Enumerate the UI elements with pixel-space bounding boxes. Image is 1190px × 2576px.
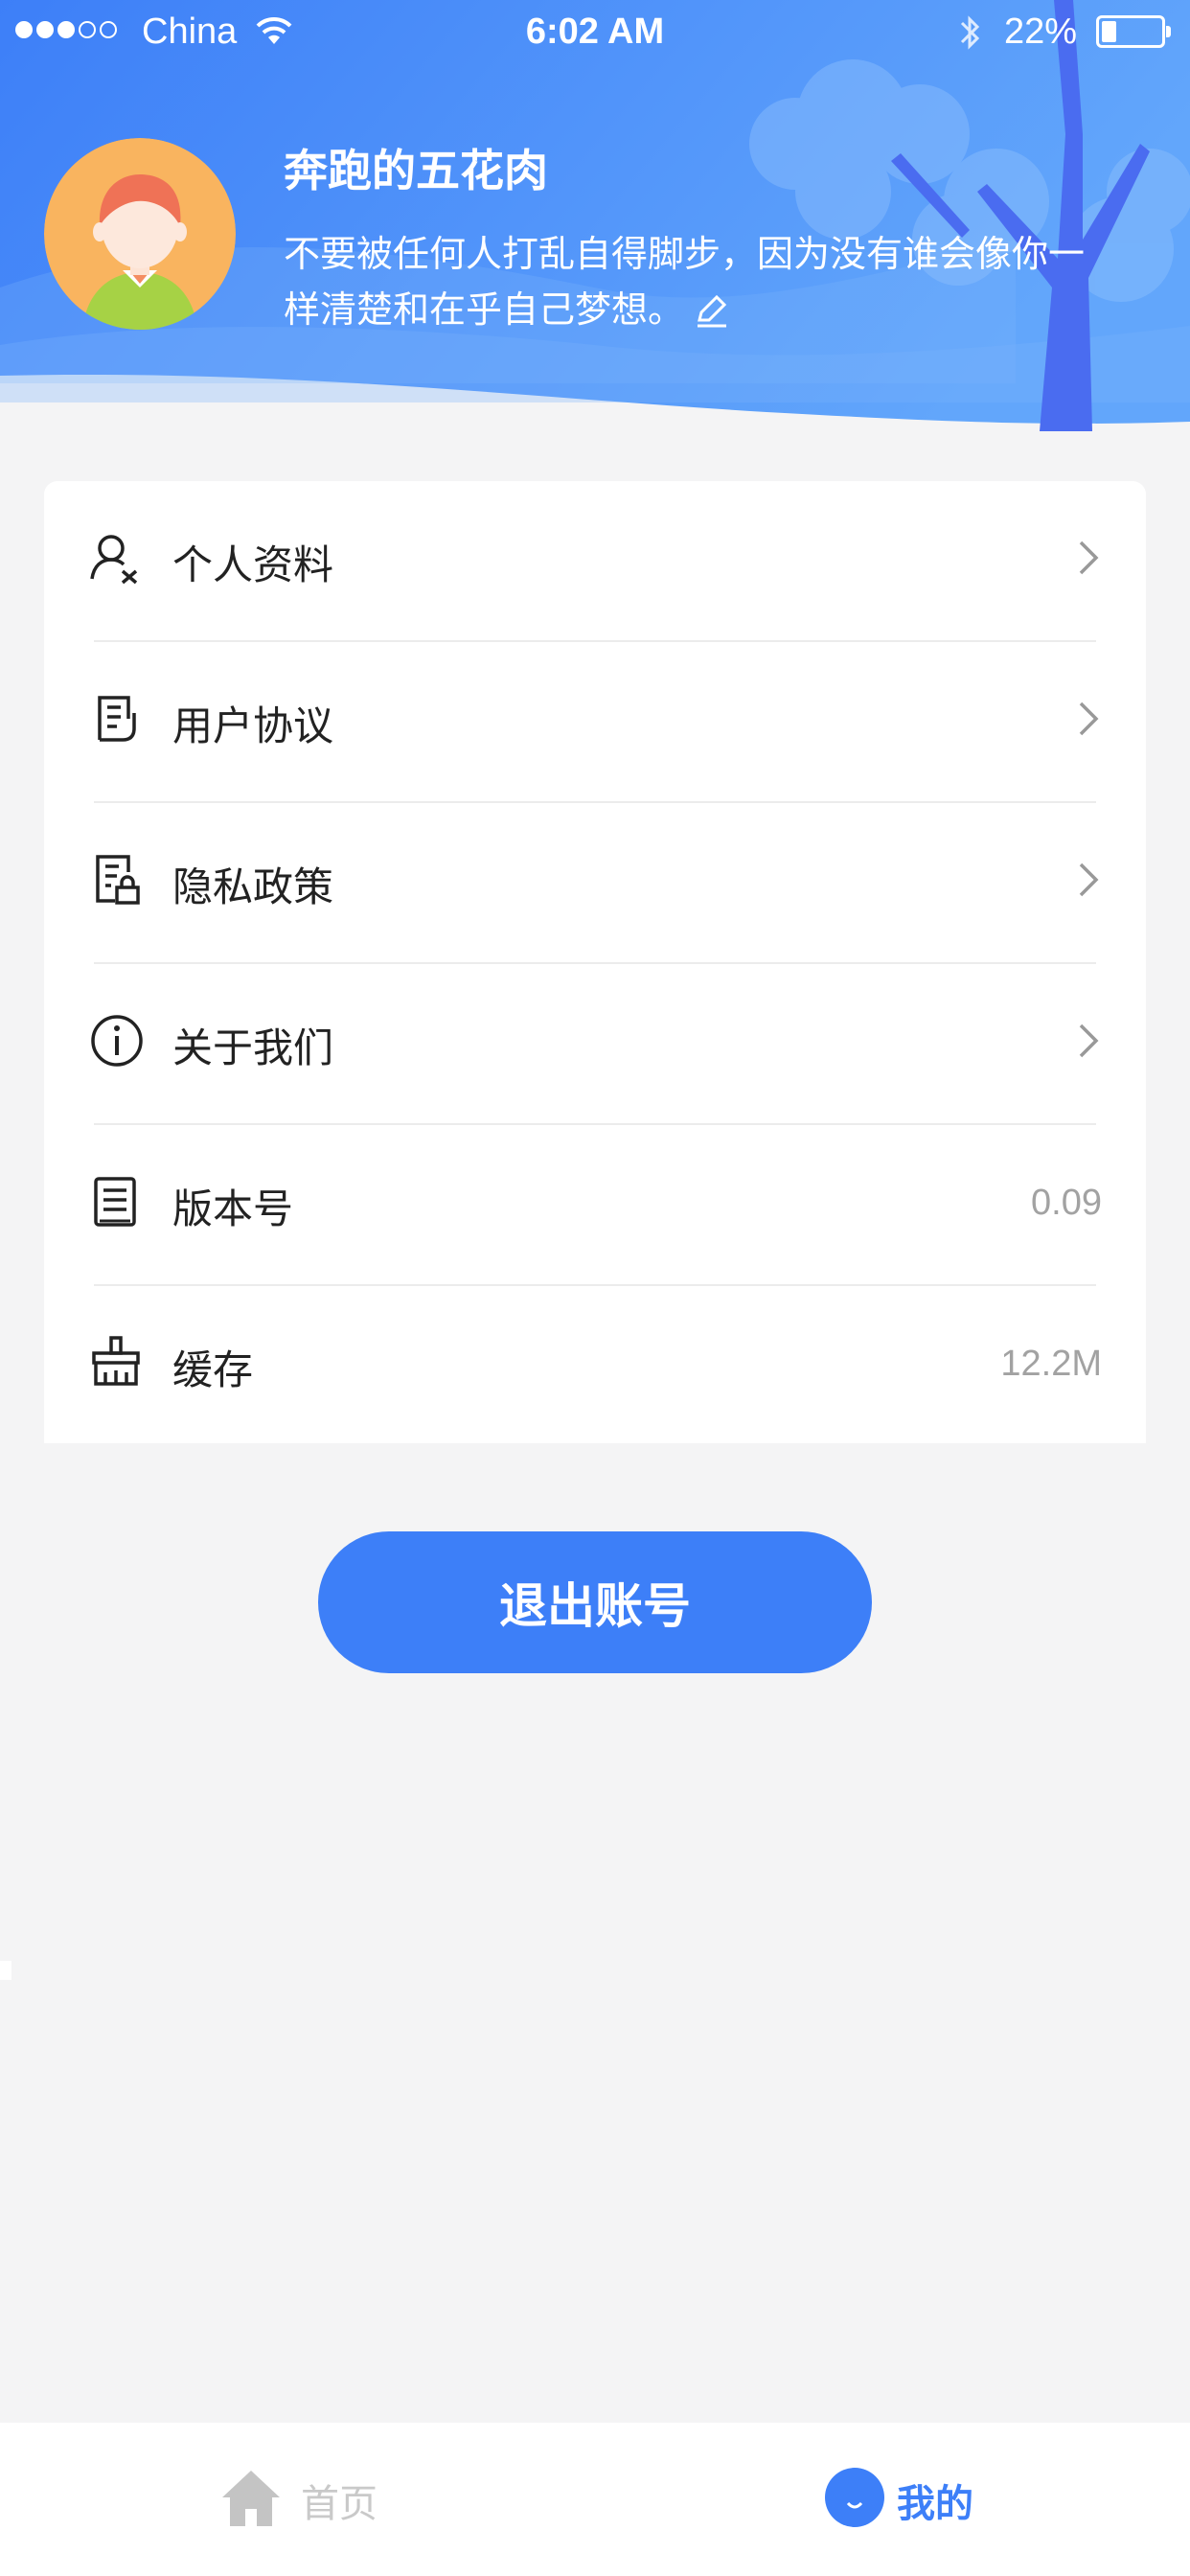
menu-item-label: 关于我们 [172, 1024, 334, 1071]
tab-home[interactable]: 首页 [192, 2423, 441, 2576]
edge-marker [0, 1961, 11, 1980]
home-icon [220, 2467, 282, 2532]
privacy-doc-icon [88, 851, 146, 908]
broom-icon [88, 1334, 146, 1392]
menu-item-label: 缓存 [172, 1346, 254, 1393]
battery-icon [1096, 15, 1171, 48]
menu-item-cache[interactable]: 缓存 12.2M [44, 1286, 1146, 1447]
menu-item-privacy-policy[interactable]: 隐私政策 [44, 803, 1146, 964]
menu-item-profile[interactable]: 个人资料 [44, 481, 1146, 642]
info-icon [88, 1012, 146, 1070]
menu-item-version: 版本号 0.09 [44, 1125, 1146, 1286]
menu-item-user-agreement[interactable]: 用户协议 [44, 642, 1146, 803]
chevron-right-icon [1077, 1020, 1100, 1066]
cache-size-value: 12.2M [1000, 1344, 1102, 1384]
status-bar: China 6:02 AM 22% [0, 0, 1190, 67]
menu-item-label: 版本号 [172, 1185, 294, 1232]
settings-menu: 个人资料 用户协议 隐私政策 关于我们 版本号 0.09 缓存 12.2M [44, 481, 1146, 1443]
edit-pencil-icon[interactable] [694, 288, 730, 343]
bluetooth-icon [956, 12, 985, 63]
profile-header: China 6:02 AM 22% 奔跑的五花肉 不要被任何人打乱自得脚步，因为… [0, 0, 1190, 441]
signature-text: 不要被任何人打乱自得脚步，因为没有谁会像你一样清楚和在乎自己梦想。 [284, 233, 1086, 331]
menu-item-label: 个人资料 [172, 541, 334, 588]
menu-item-about-us[interactable]: 关于我们 [44, 964, 1146, 1125]
menu-item-label: 用户协议 [172, 702, 334, 749]
user-name: 奔跑的五花肉 [284, 145, 548, 196]
tab-mine[interactable]: 我的 [795, 2423, 1044, 2576]
tab-label: 首页 [301, 2482, 378, 2526]
chevron-right-icon [1077, 859, 1100, 905]
smile-face-icon [824, 2467, 885, 2532]
bottom-tab-bar: 首页 我的 [0, 2423, 1190, 2576]
chevron-right-icon [1077, 537, 1100, 583]
document-icon [88, 690, 146, 748]
version-value: 0.09 [1031, 1183, 1102, 1223]
tab-label: 我的 [897, 2482, 973, 2526]
chevron-right-icon [1077, 698, 1100, 744]
avatar[interactable] [44, 138, 236, 330]
menu-item-label: 隐私政策 [172, 863, 334, 910]
logout-button[interactable]: 退出账号 [318, 1531, 872, 1673]
user-signature[interactable]: 不要被任何人打乱自得脚步，因为没有谁会像你一样清楚和在乎自己梦想。 [284, 226, 1088, 343]
battery-percentage: 22% [1004, 12, 1078, 52]
version-list-icon [88, 1173, 146, 1230]
person-icon [88, 529, 146, 586]
